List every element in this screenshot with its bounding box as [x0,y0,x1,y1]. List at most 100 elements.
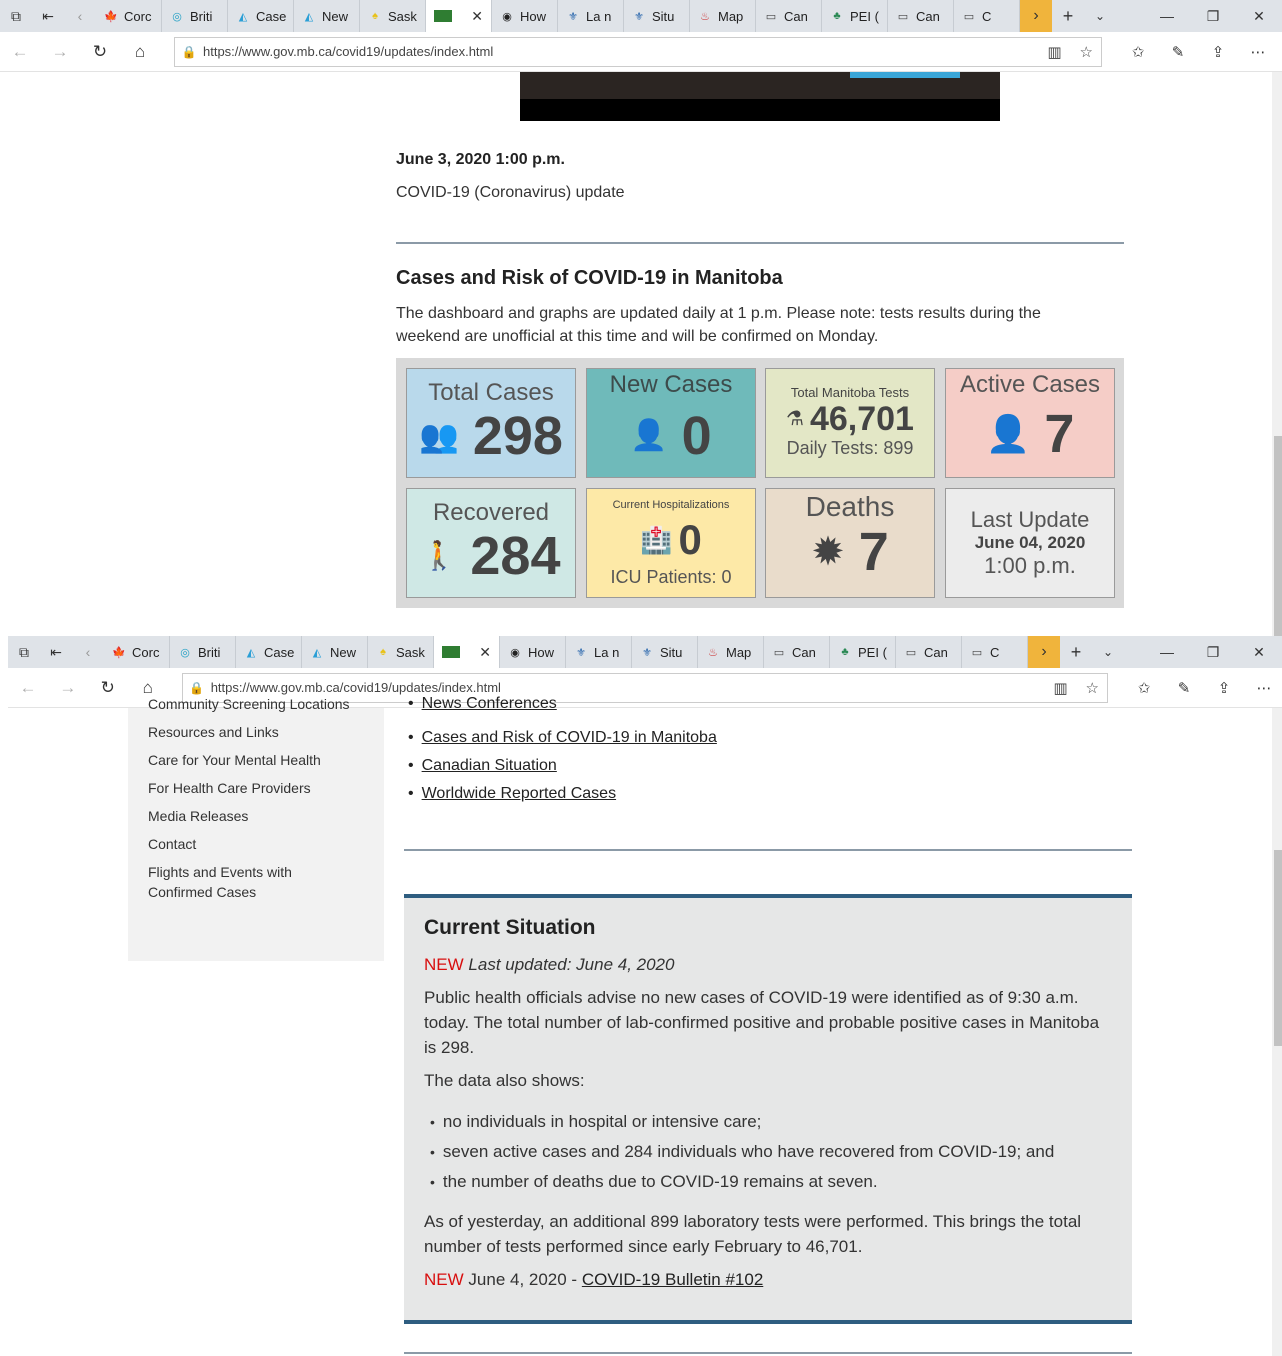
notes-icon[interactable]: ✎ [1166,679,1202,697]
toc-link[interactable]: Worldwide Reported Cases [422,785,616,802]
new-cases-value: 0 [681,406,712,466]
total-cases-value: 298 [472,406,563,466]
forward-icon[interactable]: → [48,668,88,708]
situation-para: Public health officials advise no new ca… [424,988,1100,1057]
sidebar-item[interactable]: Care for Your Mental Health [148,750,364,770]
browser-tab[interactable]: 🍁 Corc [104,636,170,668]
set-aside-tabs-icon[interactable]: ⇤ [32,0,64,32]
reading-view-icon[interactable]: ▥ [1047,43,1061,61]
close-window-icon[interactable]: ✕ [1236,636,1282,668]
restore-icon[interactable]: ❐ [1190,636,1236,668]
browser-tab[interactable]: ▭ C [962,636,1028,668]
minimize-icon[interactable]: — [1144,636,1190,668]
back-icon[interactable]: ← [8,668,48,708]
tab-title: Can [916,8,940,24]
new-tab-icon[interactable]: + [1060,636,1092,668]
sidebar-nav: Community Screening Locations Resources … [128,696,384,961]
browser-tab[interactable]: ◎ Briti [170,636,236,668]
tab-list-chevron-icon[interactable]: ⌄ [1092,636,1124,668]
browser-tab[interactable]: ✕ [434,636,500,668]
browser-tab[interactable]: ✕ [426,0,492,32]
browser-tab[interactable]: ◎ Briti [162,0,228,32]
divider [396,242,1124,244]
browser-tab[interactable]: ♠ Sask [360,0,426,32]
favorites-icon[interactable]: ✩ [1120,43,1156,61]
sidebar-item[interactable]: Contact [148,834,364,854]
toc-link[interactable]: Canadian Situation [422,757,557,774]
share-icon[interactable]: ⇪ [1200,43,1236,61]
browser-tab[interactable]: ◭ New [294,0,360,32]
browser-tab[interactable]: ▭ Can [756,0,822,32]
active-value: 7 [1044,404,1075,464]
home-icon[interactable]: ⌂ [120,32,160,72]
video-player[interactable] [520,72,1000,121]
browser-tab[interactable]: ◭ New [302,636,368,668]
last-update-card: Last Update June 04, 2020 1:00 p.m. [945,488,1115,598]
browser-tab[interactable]: ▭ Can [888,0,954,32]
share-icon[interactable]: ⇪ [1206,679,1242,697]
browser-tab[interactable]: ♣ PEI ( [822,0,888,32]
quebec-icon: ⚜ [576,646,586,659]
browser-tab[interactable]: ♨ Map [690,0,756,32]
toc-link[interactable]: News Conferences [422,695,557,712]
sidebar-item[interactable]: For Health Care Providers [148,778,364,798]
close-tab-icon[interactable]: ✕ [471,8,483,25]
browser-tab[interactable]: ♠ Sask [368,636,434,668]
toc-link[interactable]: Cases and Risk of COVID-19 in Manitoba [422,729,717,746]
browser-tab[interactable]: ◭ Case [236,636,302,668]
sidebar-item[interactable]: Media Releases [148,806,364,826]
forward-icon[interactable]: → [40,32,80,72]
quebec-icon: ⚜ [568,10,578,23]
close-tab-icon[interactable]: ✕ [479,644,491,661]
hospital-icon: 🏥 [640,525,673,555]
browser-tab[interactable]: ▭ Can [896,636,962,668]
refresh-icon[interactable]: ↻ [80,32,120,72]
refresh-icon[interactable]: ↻ [88,668,128,708]
browser-tab[interactable]: ⚜ Situ [624,0,690,32]
browser-tab[interactable]: ♣ PEI ( [830,636,896,668]
browser-tab[interactable]: ♨ Map [698,636,764,668]
browser-tab[interactable]: ⚜ La n [558,0,624,32]
back-icon[interactable]: ← [0,32,40,72]
more-menu-icon[interactable]: ⋯ [1240,43,1276,61]
browser-tab[interactable]: ◉ How [500,636,566,668]
page-icon: ▭ [971,646,983,659]
browser-tab[interactable]: 🍁 Corc [96,0,162,32]
more-tabs-icon[interactable]: › [1028,636,1060,668]
favorite-star-icon[interactable]: ☆ [1086,679,1099,697]
notes-icon[interactable]: ✎ [1160,43,1196,61]
tab-list-chevron-icon[interactable]: ⌄ [1084,0,1116,32]
scrollbar[interactable] [1272,708,1282,1356]
new-tab-icon[interactable]: + [1052,0,1084,32]
sidebar-item-community-screening[interactable]: Community Screening Locations [148,696,350,712]
toc-item: Canadian Situation [408,752,717,780]
browser-tab[interactable]: ▭ Can [764,636,830,668]
more-tabs-icon[interactable]: › [1020,0,1052,32]
tab-title: New [330,644,357,660]
browser-tab[interactable]: ⚜ Situ [632,636,698,668]
sidebar-item[interactable]: Resources and Links [148,722,364,742]
tab-actions-icon[interactable]: ⧉ [0,0,32,32]
bulletin-link[interactable]: COVID-19 Bulletin #102 [582,1270,763,1289]
sidebar-item[interactable]: Flights and Events with Confirmed Cases [148,862,318,902]
favorites-icon[interactable]: ✩ [1126,679,1162,697]
address-bar[interactable]: 🔒 https://www.gov.mb.ca/covid19/updates/… [174,36,1102,67]
minimize-icon[interactable]: — [1144,0,1190,32]
set-aside-tabs-icon[interactable]: ⇤ [40,636,72,668]
more-menu-icon[interactable]: ⋯ [1246,679,1282,697]
scrollbar[interactable] [1272,72,1282,636]
scroll-tabs-left-icon[interactable]: ‹ [64,0,96,32]
browser-tab[interactable]: ⚜ La n [566,636,632,668]
tab-actions-icon[interactable]: ⧉ [8,636,40,668]
scroll-tabs-left-icon[interactable]: ‹ [72,636,104,668]
browser-tab[interactable]: ▭ C [954,0,1020,32]
browser-tab[interactable]: ◭ Case [228,0,294,32]
close-window-icon[interactable]: ✕ [1236,0,1282,32]
favorite-star-icon[interactable]: ☆ [1080,43,1093,61]
reading-view-icon[interactable]: ▥ [1053,679,1067,697]
quebec-icon: ⚜ [634,10,644,23]
tab-title: Corc [124,8,152,24]
restore-icon[interactable]: ❐ [1190,0,1236,32]
browser-tab[interactable]: ◉ How [492,0,558,32]
update-title: COVID-19 (Coronavirus) update [396,184,625,201]
